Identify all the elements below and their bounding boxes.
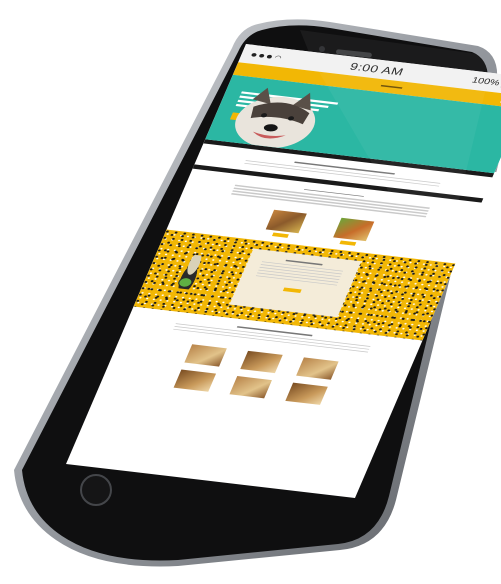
product-card[interactable] bbox=[263, 209, 307, 239]
phone-mockup-scene: ◠ 9:00 AM 100% bbox=[0, 0, 501, 584]
product-card[interactable] bbox=[331, 217, 375, 247]
husky-dog-image bbox=[235, 87, 316, 149]
grid-item-image bbox=[296, 357, 339, 380]
home-button-icon bbox=[80, 474, 112, 506]
product-image bbox=[333, 217, 375, 242]
grid-item[interactable] bbox=[229, 375, 273, 398]
wifi-icon: ◠ bbox=[273, 53, 283, 61]
grid-item-image bbox=[285, 382, 328, 405]
product-image bbox=[265, 209, 307, 234]
feature-button[interactable] bbox=[282, 287, 302, 293]
product-button[interactable] bbox=[339, 240, 357, 246]
battery-icon: 100% bbox=[470, 76, 501, 90]
grid-item[interactable] bbox=[173, 369, 217, 392]
battery-percent: 100% bbox=[470, 75, 501, 88]
grid-item-image bbox=[173, 369, 217, 392]
product-button[interactable] bbox=[271, 232, 289, 238]
feature-panel bbox=[229, 248, 362, 318]
grid-item[interactable] bbox=[285, 382, 328, 405]
grid-item-image bbox=[240, 350, 283, 373]
signal-icon: ◠ bbox=[250, 51, 283, 61]
grid-item[interactable] bbox=[240, 350, 283, 373]
grid-item[interactable] bbox=[296, 357, 339, 380]
grid-item[interactable] bbox=[184, 343, 228, 367]
camera-icon bbox=[319, 46, 325, 52]
grid-item-image bbox=[184, 343, 228, 367]
status-time: 9:00 AM bbox=[348, 60, 406, 78]
grid-item-image bbox=[229, 375, 273, 398]
